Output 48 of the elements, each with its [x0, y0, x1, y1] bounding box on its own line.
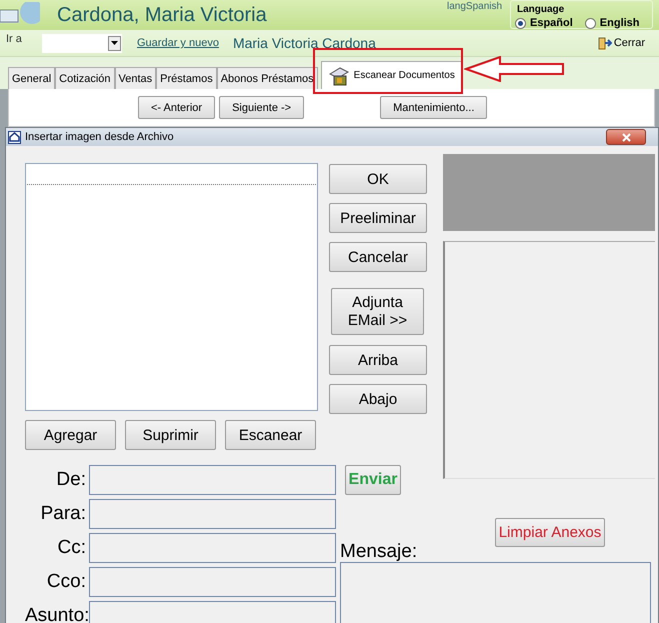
input-field[interactable]	[89, 567, 336, 597]
list-button[interactable]: Escanear	[225, 420, 316, 450]
message-field[interactable]	[340, 562, 651, 623]
field-label: De:	[55, 469, 86, 491]
language-radio[interactable]: Español	[515, 17, 573, 29]
record-name: Maria Victoria Cardona	[232, 35, 376, 51]
close-button[interactable]	[606, 129, 646, 145]
dialog-title: Insertar imagen desde Archivo	[25, 131, 174, 143]
message-label: Mensaje:	[340, 541, 418, 563]
dialog-button[interactable]: Abajo	[329, 384, 427, 414]
exit-icon	[598, 36, 612, 50]
list-button[interactable]: Agregar	[25, 420, 116, 450]
dialog-button[interactable]: Cancelar	[329, 242, 427, 272]
close-icon	[622, 132, 630, 142]
input-field[interactable]	[89, 499, 336, 529]
goto-label: Ir a	[6, 33, 23, 45]
language-radio[interactable]: English	[584, 17, 640, 29]
dialog-button[interactable]: Preeliminar	[329, 203, 427, 233]
scanner-icon	[328, 66, 350, 86]
tab[interactable]: Préstamos	[156, 67, 217, 89]
dropdown-arrow-icon	[111, 41, 118, 45]
field-label: Cco:	[46, 571, 86, 593]
input-field[interactable]	[89, 465, 336, 495]
nav-button[interactable]: Siguiente ->	[219, 96, 304, 119]
list-button[interactable]: Suprimir	[125, 420, 216, 450]
input-field[interactable]	[89, 601, 336, 623]
save-new-link[interactable]: Guardar y nuevo	[137, 37, 219, 49]
nav-button[interactable]: Mantenimiento...	[380, 96, 488, 119]
group-legend: Language	[515, 4, 566, 15]
nav-button[interactable]: <- Anterior	[138, 96, 216, 119]
field-label: Cc:	[56, 537, 86, 559]
tab[interactable]: Cotización	[55, 67, 114, 89]
tab[interactable]: Abonos Préstamos	[216, 67, 318, 89]
input-field[interactable]	[89, 533, 336, 563]
goto-combo[interactable]	[42, 34, 122, 52]
clear-attachments-button[interactable]: Limpiar Anexos	[495, 518, 605, 547]
tab[interactable]: General	[8, 67, 56, 89]
field-label: Asunto:	[25, 605, 86, 623]
close-button[interactable]: Cerrar	[598, 36, 645, 50]
language-code: langSpanish	[447, 1, 502, 12]
tab[interactable]: Escanear Documentos	[320, 61, 462, 89]
dialog-button[interactable]: OK	[329, 164, 427, 194]
field-label: Para:	[40, 503, 86, 525]
record-title: Cardona, Maria Victoria	[57, 4, 267, 26]
dialog-button[interactable]: Arriba	[329, 345, 427, 375]
dialog-icon	[8, 130, 21, 144]
dialog-button[interactable]: Adjunta EMail >>	[331, 288, 424, 335]
tab[interactable]: Ventas	[114, 67, 156, 89]
